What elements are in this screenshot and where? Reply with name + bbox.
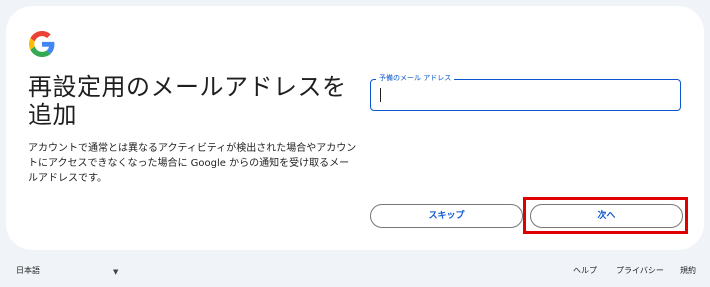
page-title: 再設定用のメールアドレスを追加 (28, 73, 347, 129)
help-link[interactable]: ヘルプ (573, 265, 597, 276)
language-selector[interactable]: 日本語 (16, 265, 40, 276)
skip-button[interactable]: スキップ (370, 204, 523, 228)
recovery-email-input[interactable] (371, 80, 680, 110)
text-cursor (380, 88, 381, 102)
terms-link[interactable]: 規約 (680, 265, 696, 276)
privacy-link[interactable]: プライバシー (616, 265, 664, 276)
chevron-down-icon[interactable]: ▼ (113, 268, 118, 276)
highlight-box (523, 197, 688, 234)
recovery-email-field[interactable] (370, 79, 681, 111)
page-description: アカウントで通常とは異なるアクティビティが検出された場合やアカウントにアクセスで… (28, 143, 357, 184)
google-logo-icon (29, 31, 55, 57)
recovery-email-label: 予備のメール アドレス (376, 73, 455, 83)
